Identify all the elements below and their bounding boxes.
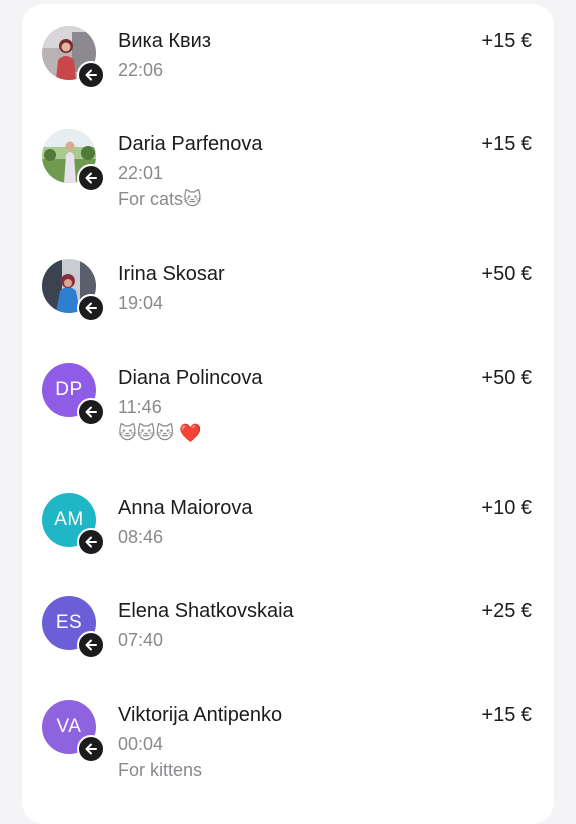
transaction-time: 11:46 — [118, 397, 162, 417]
arrow-left-icon — [77, 164, 105, 192]
sender-name: Viktorija Antipenko — [118, 704, 283, 726]
arrow-left-icon — [77, 294, 105, 322]
arrow-left-icon — [77, 398, 105, 426]
transaction-amount: +50 € — [481, 263, 532, 285]
transaction-note: For cats🐱 — [118, 189, 202, 209]
sender-name: Anna Maiorova — [118, 497, 253, 519]
avatar: AM — [42, 493, 105, 556]
avatar: DP — [42, 363, 105, 426]
transaction-amount: +15 € — [481, 704, 532, 726]
avatar: ES — [42, 596, 105, 659]
avatar — [42, 259, 105, 322]
transaction-amount: +10 € — [481, 497, 532, 519]
transaction-time: 22:06 — [118, 60, 164, 80]
arrow-left-icon — [77, 631, 105, 659]
arrow-left-icon — [77, 61, 105, 89]
transaction-amount: +50 € — [481, 367, 532, 389]
transaction-time: 19:04 — [118, 293, 164, 313]
avatar: VA — [42, 700, 105, 763]
transactions-card: Вика Квиз 22:06 +15 € Daria Parfenova 22… — [22, 4, 554, 824]
transaction-amount: +15 € — [481, 30, 532, 52]
sender-name: Irina Skosar — [118, 263, 225, 285]
transaction-note: 🐱🐱🐱 ❤️ — [118, 423, 202, 443]
transaction-time: 22:01 — [118, 163, 164, 183]
transaction-time: 08:46 — [118, 527, 164, 547]
sender-name: Elena Shatkovskaia — [118, 600, 294, 622]
transaction-time: 07:40 — [118, 630, 164, 650]
transaction-amount: +25 € — [481, 600, 532, 622]
sender-name: Daria Parfenova — [118, 133, 263, 155]
transaction-note: For kittens — [118, 760, 203, 780]
sender-name: Diana Polincova — [118, 367, 263, 389]
arrow-left-icon — [77, 528, 105, 556]
transaction-amount: +15 € — [481, 133, 532, 155]
avatar — [42, 26, 105, 89]
avatar — [42, 129, 105, 192]
sender-name: Вика Квиз — [118, 30, 211, 52]
arrow-left-icon — [77, 735, 105, 763]
transaction-time: 00:04 — [118, 734, 164, 754]
